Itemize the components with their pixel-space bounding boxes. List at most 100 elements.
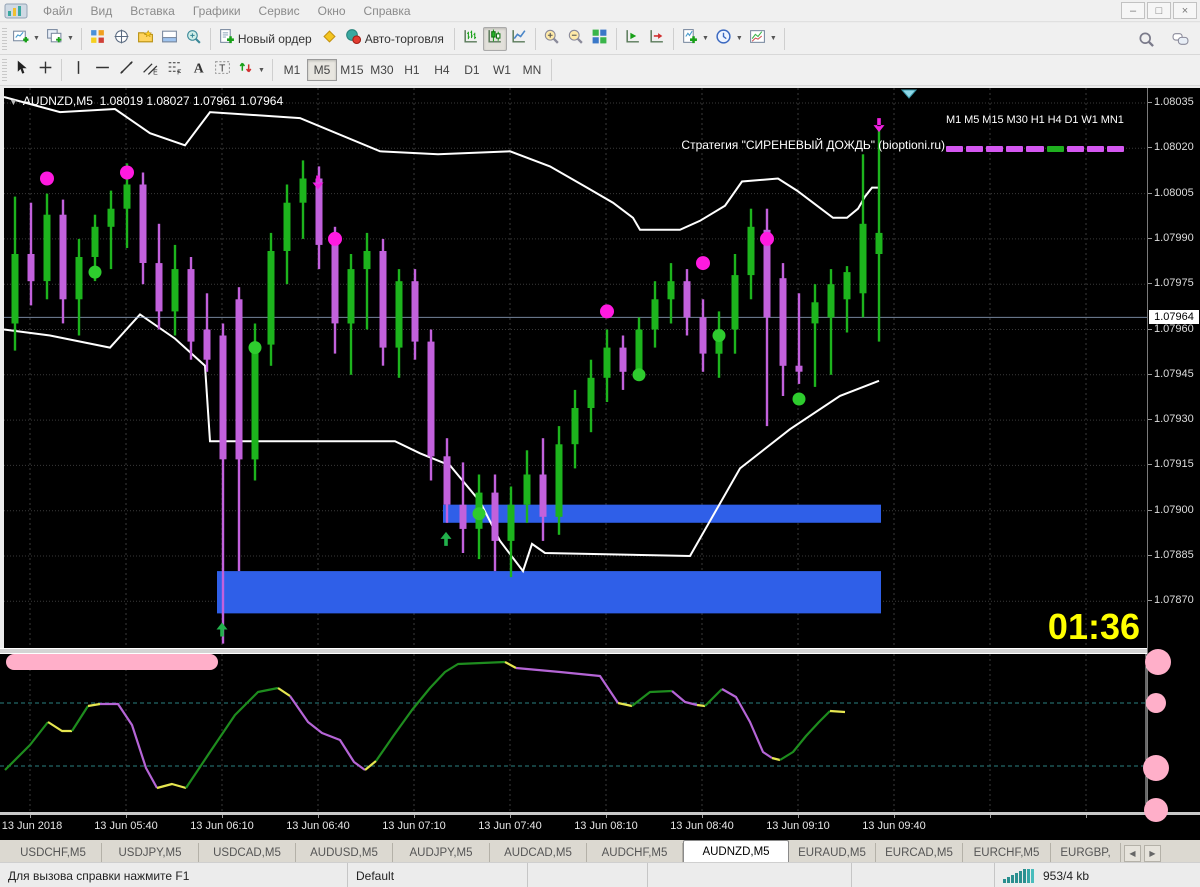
zoom-out-icon xyxy=(567,28,584,45)
new-order-button[interactable]: Новый ордер xyxy=(215,27,318,51)
shapes-icon xyxy=(237,59,254,76)
zoom-out-button[interactable] xyxy=(564,27,588,51)
mtf-label-m15: M15 xyxy=(982,114,1003,126)
chart-tab-audchf-m5[interactable]: AUDCHF,M5 xyxy=(587,843,683,862)
channel-button[interactable]: E xyxy=(138,58,162,82)
price-tick-label: 1.07945 xyxy=(1154,368,1194,380)
chart-tab-audjpy-m5[interactable]: AUDJPY,M5 xyxy=(393,843,490,862)
window-minimize-button[interactable]: – xyxy=(1121,2,1145,19)
chart-tab-usdchf-m5[interactable]: USDCHF,M5 xyxy=(5,843,102,862)
menu-view[interactable]: Вид xyxy=(82,2,122,20)
window-close-button[interactable]: × xyxy=(1173,2,1197,19)
timeframe-m1-button[interactable]: M1 xyxy=(277,59,307,81)
templates-dropdown-icon[interactable]: ▼ xyxy=(769,35,777,42)
new-chart-dropdown-icon[interactable]: ▼ xyxy=(32,35,40,42)
window-restore-button[interactable]: □ xyxy=(1147,2,1171,19)
menu-insert[interactable]: Вставка xyxy=(121,2,184,20)
chart-title: ▼AUDNZD,M5 1.08019 1.08027 1.07961 1.079… xyxy=(9,94,283,108)
periods-dropdown-icon[interactable]: ▼ xyxy=(735,35,743,42)
timeframe-h1-button[interactable]: H1 xyxy=(397,59,427,81)
chart-ohlc-values: 1.08019 1.08027 1.07961 1.07964 xyxy=(100,94,284,108)
crosshair-icon xyxy=(37,59,54,76)
timeframe-w1-button[interactable]: W1 xyxy=(487,59,517,81)
mtf-signal-h1 xyxy=(1026,146,1043,152)
chart-tab-eurchf-m5[interactable]: EURCHF,M5 xyxy=(963,843,1051,862)
shapes-button[interactable]: ▼ xyxy=(234,58,268,82)
navigator-button[interactable] xyxy=(134,27,158,51)
chart-tab-usdjpy-m5[interactable]: USDJPY,M5 xyxy=(102,843,199,862)
chart-tab-eurgbp-[interactable]: EURGBP, xyxy=(1051,843,1121,862)
chat-button[interactable] xyxy=(1168,27,1192,51)
chart-shift-button[interactable] xyxy=(645,27,669,51)
candle-countdown-timer: 01:36 xyxy=(1020,606,1140,648)
profiles-button[interactable]: ▼ xyxy=(43,27,77,51)
menu-service[interactable]: Сервис xyxy=(250,2,309,20)
trendline-button[interactable] xyxy=(114,58,138,82)
chart-tab-euraud-m5[interactable]: EURAUD,M5 xyxy=(789,843,876,862)
timeframe-m15-button[interactable]: M15 xyxy=(337,59,367,81)
tabs-scroll-left-button[interactable]: ◀ xyxy=(1124,845,1141,862)
timeframe-m5-button[interactable]: M5 xyxy=(307,59,337,81)
time-axis[interactable]: 13 Jun 201813 Jun 05:4013 Jun 06:1013 Ju… xyxy=(0,815,1200,840)
data-window-button[interactable] xyxy=(110,27,134,51)
tile-windows-icon xyxy=(591,28,608,45)
menu-window[interactable]: Окно xyxy=(309,2,355,20)
cursor-button[interactable] xyxy=(9,58,33,82)
chart-tab-audcad-m5[interactable]: AUDCAD,M5 xyxy=(490,843,587,862)
oscillator-indicator-chart[interactable] xyxy=(0,654,1147,812)
timeframe-m30-button[interactable]: M30 xyxy=(367,59,397,81)
zoom-in-button[interactable] xyxy=(540,27,564,51)
auto-scroll-button[interactable] xyxy=(621,27,645,51)
status-profile[interactable]: Default xyxy=(348,863,528,887)
search-button[interactable] xyxy=(1134,27,1158,51)
indicators-dropdown-icon[interactable]: ▼ xyxy=(701,35,709,42)
chart-tab-audusd-m5[interactable]: AUDUSD,M5 xyxy=(296,843,393,862)
timeframe-mn-button[interactable]: MN xyxy=(517,59,547,81)
menu-items: ФайлВидВставкаГрафикиСервисОкноСправка xyxy=(34,2,420,20)
menu-file[interactable]: Файл xyxy=(34,2,82,20)
indicators-button[interactable]: ▼ xyxy=(678,27,712,51)
timeframe-h4-button[interactable]: H4 xyxy=(427,59,457,81)
new-chart-button[interactable]: ▼ xyxy=(9,27,43,51)
chart-line-button[interactable] xyxy=(507,27,531,51)
indicator-subwindow[interactable] xyxy=(0,654,1200,812)
market-watch-button[interactable] xyxy=(86,27,110,51)
chart-bars-button[interactable] xyxy=(459,27,483,51)
shapes-dropdown-icon[interactable]: ▼ xyxy=(257,67,265,74)
tabs-scroll-right-button[interactable]: ▶ xyxy=(1144,845,1161,862)
fibo-button[interactable]: F xyxy=(162,58,186,82)
profiles-dropdown-icon[interactable]: ▼ xyxy=(66,35,74,42)
terminal-button[interactable] xyxy=(158,27,182,51)
vline-button[interactable] xyxy=(66,58,90,82)
tile-windows-button[interactable] xyxy=(588,27,612,51)
toolbar-separator xyxy=(784,28,785,50)
mtf-label-m5: M5 xyxy=(964,114,979,126)
timeframe-d1-button[interactable]: D1 xyxy=(457,59,487,81)
status-help-text: Для вызова справки нажмите F1 xyxy=(0,863,348,887)
hline-button[interactable] xyxy=(90,58,114,82)
strategy-tester-button[interactable] xyxy=(182,27,206,51)
text-tool-button[interactable]: A xyxy=(186,58,210,82)
price-tick-label: 1.07870 xyxy=(1154,594,1194,606)
chart-candles-button[interactable] xyxy=(483,27,507,51)
toolbar-drag-handle[interactable] xyxy=(2,28,7,50)
chart-tab-audnzd-m5[interactable]: AUDNZD,M5 xyxy=(683,840,789,862)
channel-icon: E xyxy=(142,59,159,76)
chart-candles-icon xyxy=(486,28,503,45)
crosshair-button[interactable] xyxy=(33,58,57,82)
autotrading-button[interactable]: Авто-торговля xyxy=(342,27,450,51)
main-chart-area[interactable] xyxy=(0,88,1200,648)
current-price-label: 1.07964 xyxy=(1149,310,1199,324)
toolbar-drag-handle[interactable] xyxy=(2,59,7,81)
periods-button[interactable]: ▼ xyxy=(712,27,746,51)
candlestick-chart[interactable] xyxy=(0,88,1147,648)
chart-tab-eurcad-m5[interactable]: EURCAD,M5 xyxy=(876,843,963,862)
menu-help[interactable]: Справка xyxy=(355,2,420,20)
chart-menu-caret-icon[interactable]: ▼ xyxy=(9,97,18,107)
label-tool-button[interactable]: T xyxy=(210,58,234,82)
chart-tab-usdcad-m5[interactable]: USDCAD,M5 xyxy=(199,843,296,862)
status-bar: Для вызова справки нажмите F1 Default 95… xyxy=(0,862,1200,887)
menu-charts[interactable]: Графики xyxy=(184,2,250,20)
templates-button[interactable]: ▼ xyxy=(746,27,780,51)
metaeditor-button[interactable] xyxy=(318,27,342,51)
